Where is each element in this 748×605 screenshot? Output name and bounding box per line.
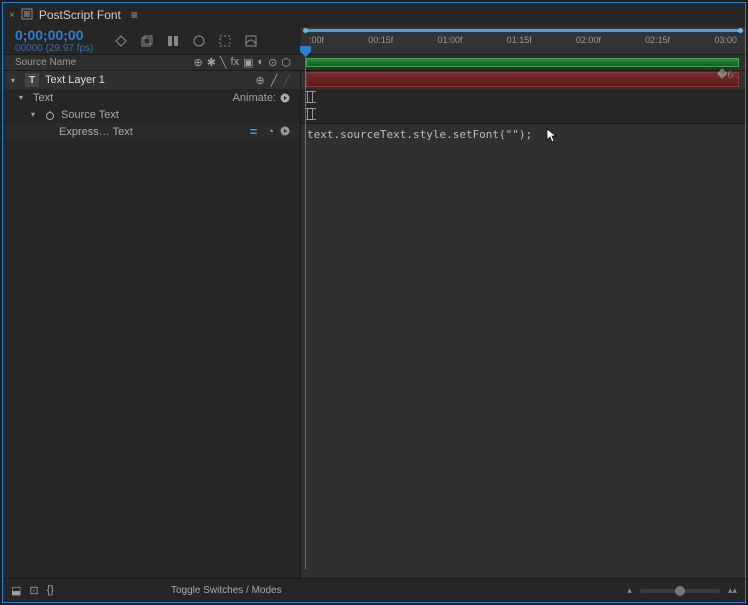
expression-graph-icon[interactable]: ◔ bbox=[267, 126, 274, 138]
property-row[interactable]: ▾ Text Animate: bbox=[3, 89, 300, 106]
twirl-icon[interactable]: ▾ bbox=[31, 110, 39, 119]
frame-blend-icon[interactable] bbox=[191, 33, 207, 49]
layer-row[interactable]: ▾ T Text Layer 1 ⊕╱╱ bbox=[3, 71, 300, 89]
layer-switches[interactable]: ⊕╱╱ bbox=[256, 74, 290, 87]
playhead[interactable] bbox=[305, 51, 306, 569]
layer-duration-bar[interactable] bbox=[306, 72, 739, 87]
graph-editor-icon[interactable] bbox=[243, 33, 259, 49]
ruler-mark: 02:15f bbox=[645, 35, 670, 45]
zoom-out-icon[interactable]: ▴ bbox=[627, 585, 632, 596]
animate-button[interactable]: Animate: bbox=[233, 92, 290, 104]
footer-bar: ⬓ ⊡ {} Toggle Switches / Modes ▴ ▴▴ bbox=[3, 578, 745, 602]
layer-switches-header: ⊕✱╲fx▣◐⊙⬡ bbox=[193, 56, 291, 69]
layer-name[interactable]: Text Layer 1 bbox=[45, 74, 105, 86]
ruler-mark: 00:15f bbox=[368, 35, 393, 45]
twirl-icon[interactable]: ▾ bbox=[11, 76, 19, 85]
render-queue-icon[interactable]: ⊡ bbox=[29, 584, 38, 597]
expression-pickwhip-icon[interactable] bbox=[280, 126, 290, 136]
comp-flowchart-icon[interactable] bbox=[113, 33, 129, 49]
tab-bar: × PostScript Font ≡ bbox=[3, 3, 745, 27]
comp-marker-icon[interactable]: �େ bbox=[717, 67, 743, 82]
ruler-mark: :00f bbox=[309, 35, 324, 45]
timeline-area: text.sourceText.style.setFont(""); bbox=[301, 71, 745, 578]
time-ruler[interactable]: :00f 00:15f 01:00f 01:15f 02:00f 02:15f … bbox=[301, 27, 745, 55]
stopwatch-icon[interactable] bbox=[45, 110, 55, 120]
keyframe-ibeam-icon bbox=[307, 91, 313, 103]
layer-bar-row[interactable] bbox=[301, 71, 745, 89]
frame-rate: 00000 (29.97 fps) bbox=[15, 43, 93, 54]
expression-enable-icon[interactable]: = bbox=[250, 124, 258, 139]
mouse-cursor-icon bbox=[546, 128, 558, 144]
comp-icon bbox=[21, 8, 33, 23]
motion-blur-icon[interactable] bbox=[217, 33, 233, 49]
transfer-controls-icon[interactable]: ⬓ bbox=[11, 584, 21, 597]
expression-code[interactable]: text.sourceText.style.setFont(""); bbox=[307, 128, 532, 141]
brackets-icon[interactable]: {} bbox=[47, 584, 54, 597]
shy-icon[interactable] bbox=[165, 33, 181, 49]
expression-editor[interactable]: text.sourceText.style.setFont(""); bbox=[301, 123, 745, 578]
property-label[interactable]: Express… Text bbox=[59, 126, 133, 138]
draft3d-icon[interactable] bbox=[139, 33, 155, 49]
twirl-icon[interactable]: ▾ bbox=[19, 93, 27, 102]
ruler-mark: 02:00f bbox=[576, 35, 601, 45]
timeline-header: 0;00;00;00 00000 (29.97 fps) :00f 00:15f… bbox=[3, 27, 745, 55]
zoom-slider[interactable] bbox=[640, 589, 720, 593]
ruler-mark: 01:15f bbox=[507, 35, 532, 45]
ruler-mark: 01:00f bbox=[437, 35, 462, 45]
column-headers: Source Name ⊕✱╲fx▣◐⊙⬡ bbox=[3, 55, 745, 71]
expression-row[interactable]: Express… Text = ◔ bbox=[3, 123, 300, 140]
property-label[interactable]: Source Text bbox=[61, 109, 119, 121]
source-name-header[interactable]: Source Name bbox=[15, 57, 76, 68]
work-area-bar[interactable] bbox=[306, 58, 739, 67]
property-label[interactable]: Text bbox=[33, 92, 53, 104]
keyframe-ibeam-icon bbox=[307, 108, 313, 120]
ruler-mark: 03:00 bbox=[714, 35, 737, 45]
panel-menu-icon[interactable]: ≡ bbox=[127, 8, 142, 22]
tab-title[interactable]: PostScript Font bbox=[39, 8, 121, 22]
current-time[interactable]: 0;00;00;00 bbox=[15, 27, 93, 43]
text-layer-icon: T bbox=[25, 73, 39, 87]
layer-list: ▾ T Text Layer 1 ⊕╱╱ ▾ Text Animate: ▾ S… bbox=[3, 71, 301, 578]
property-row[interactable]: ▾ Source Text bbox=[3, 106, 300, 123]
zoom-in-icon[interactable]: ▴▴ bbox=[728, 585, 737, 596]
tab-close-icon[interactable]: × bbox=[9, 10, 15, 21]
toggle-switches-button[interactable]: Toggle Switches / Modes bbox=[171, 585, 282, 596]
